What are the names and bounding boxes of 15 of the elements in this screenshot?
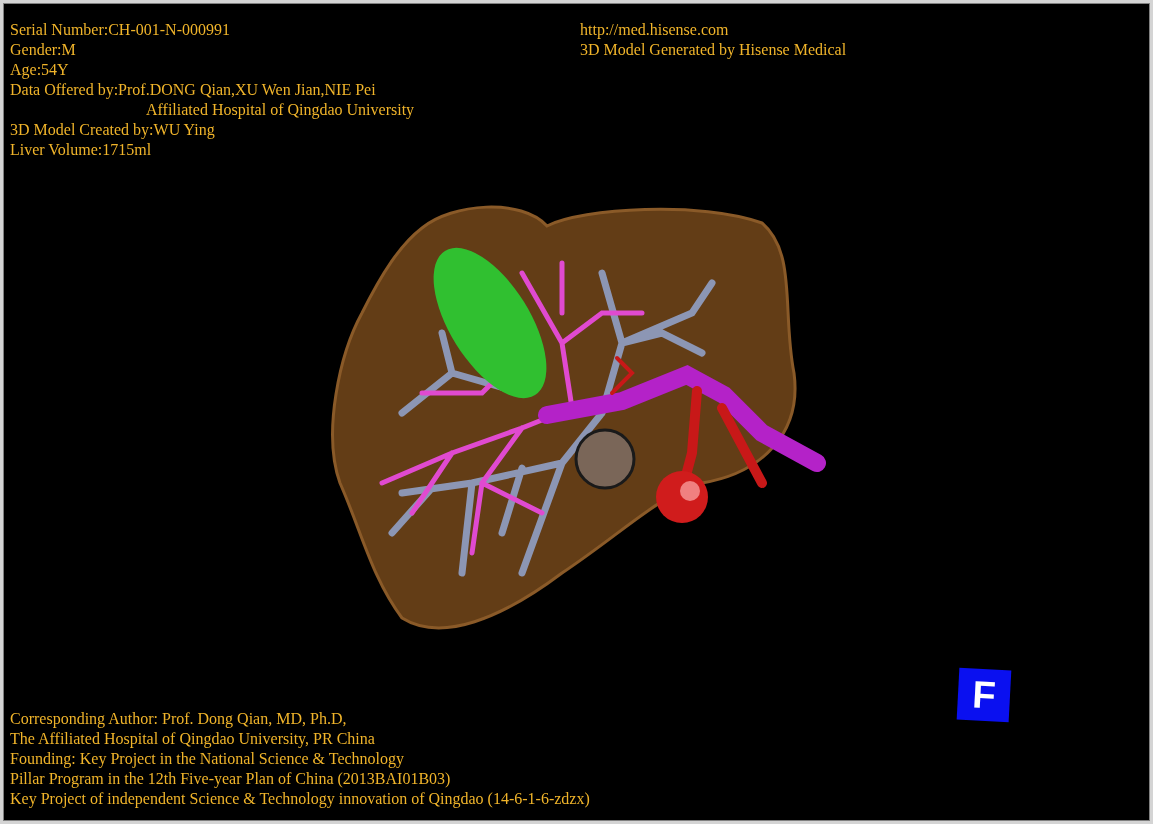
credit-text: Corresponding Author: Prof. Dong Qian, MD, Ph.D, xyxy=(10,709,348,729)
info-text: 3D Model Generated by Hisense Medical xyxy=(580,40,848,60)
orientation-marker: F xyxy=(956,667,1012,723)
credit-text: Founding: Key Project in the National Science & Technology xyxy=(10,749,406,769)
credit-text: The Affiliated Hospital of Qingdao University, PR China xyxy=(10,729,376,749)
info-text: Liver Volume:1715ml xyxy=(10,140,153,160)
info-text: Serial Number:CH-001-N-000991 xyxy=(10,20,231,40)
credit-text: Key Project of independent Science & Technology innovation of Qingdao (14-6-1-6-zdzx) xyxy=(10,789,590,809)
info-text: Data Offered by:Prof.DONG Qian,XU Wen Jian,NIE Pei xyxy=(10,80,377,100)
credit-text: Pillar Program in the 12th Five-year Plan of China (2013BAI01B03) xyxy=(10,769,452,789)
info-text: 3D Model Created by:WU Ying xyxy=(10,120,216,140)
info-text: http://med.hisense.com xyxy=(580,20,730,40)
info-text: Gender:M xyxy=(10,40,77,60)
info-text: Age:54Y xyxy=(10,60,70,80)
info-text: Affiliated Hospital of Qingdao University xyxy=(145,100,416,120)
